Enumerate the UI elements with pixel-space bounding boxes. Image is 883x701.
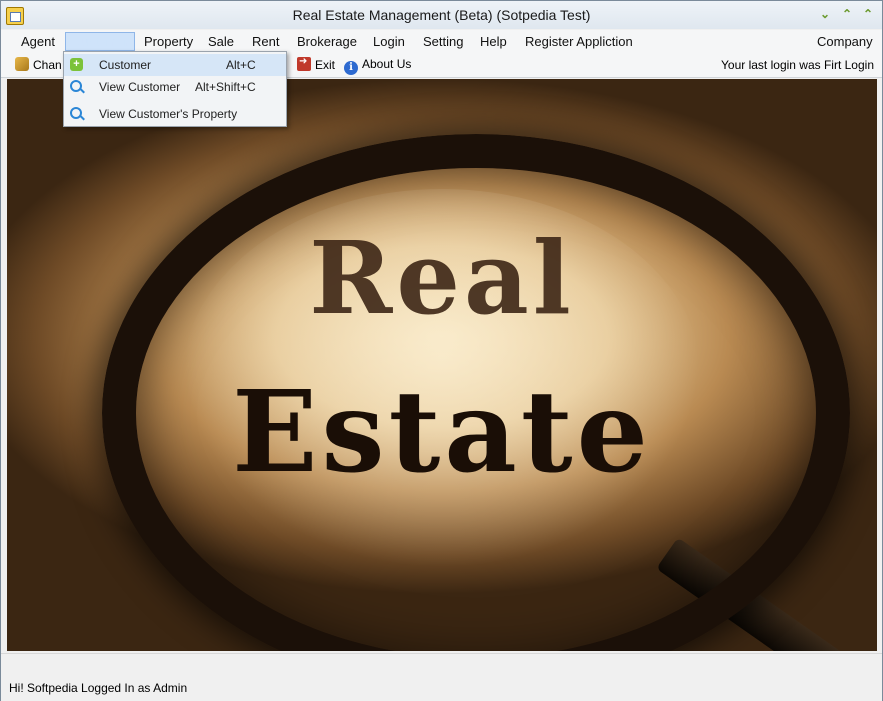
minimize-button[interactable]: ⌄	[818, 7, 832, 21]
change-button[interactable]: Chan	[15, 57, 62, 72]
menu-help[interactable]: Help	[480, 34, 507, 49]
window-title: Real Estate Management (Beta) (Sotpedia …	[292, 7, 591, 23]
exit-button[interactable]: Exit	[297, 56, 336, 72]
menu-property[interactable]: Property	[144, 34, 193, 49]
menu-login[interactable]: Login	[373, 34, 405, 49]
menu-rent[interactable]: Rent	[252, 34, 279, 49]
menu-company[interactable]: Company	[817, 34, 873, 49]
search-icon	[70, 80, 82, 92]
close-button[interactable]: ⌃	[861, 7, 875, 21]
search-icon	[70, 107, 82, 119]
menu-item-view-customer[interactable]: View Customer Alt+Shift+C	[64, 76, 286, 98]
add-icon: +	[70, 58, 83, 71]
last-login-text: Your last login was Firt Login	[721, 58, 874, 72]
menu-item-shortcut: Alt+Shift+C	[195, 80, 256, 94]
menu-setting[interactable]: Setting	[423, 34, 463, 49]
menu-item-label: View Customer	[99, 80, 181, 94]
maximize-button[interactable]: ⌃	[840, 7, 854, 21]
menu-item-customer[interactable]: + Customer Alt+C	[64, 54, 286, 76]
about-label: About Us	[362, 57, 412, 71]
status-text: Hi! Softpedia Logged In as Admin	[9, 681, 188, 695]
menu-brokerage[interactable]: Brokerage	[297, 34, 357, 49]
menu-item-label: View Customer's Property	[99, 107, 238, 121]
key-icon	[15, 57, 29, 71]
menu-item-view-customer-property[interactable]: View Customer's Property	[64, 103, 286, 125]
menu-bar: Agent Customer Property Sale Rent Broker…	[1, 30, 882, 53]
info-icon: i	[344, 61, 358, 75]
menu-item-label: Customer	[99, 58, 152, 72]
about-button[interactable]: i About Us	[344, 57, 411, 75]
exit-label: Exit	[315, 58, 336, 72]
change-label: Chan	[33, 58, 62, 72]
banner-word-estate: Estate	[232, 367, 652, 498]
banner-word-real: Real	[309, 219, 575, 337]
app-window: Real Estate Management (Beta) (Sotpedia …	[0, 0, 883, 701]
menu-item-shortcut: Alt+C	[226, 58, 256, 72]
title-bar[interactable]: Real Estate Management (Beta) (Sotpedia …	[1, 1, 882, 29]
menu-agent[interactable]: Agent	[21, 34, 55, 49]
menu-customer[interactable]: Customer	[65, 32, 136, 51]
menu-register[interactable]: Register Appliction	[525, 34, 633, 49]
menu-sale[interactable]: Sale	[208, 34, 234, 49]
exit-icon	[297, 56, 311, 71]
banner-image: Real Estate	[7, 79, 877, 651]
status-bar: Hi! Softpedia Logged In as Admin	[1, 653, 882, 701]
customer-dropdown-menu: + Customer Alt+C View Customer Alt+Shift…	[63, 51, 287, 127]
